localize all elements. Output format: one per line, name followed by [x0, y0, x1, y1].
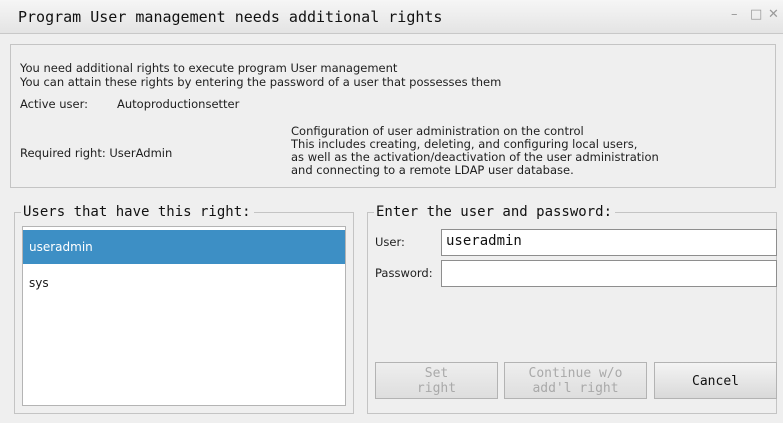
- list-item-sys[interactable]: sys: [23, 266, 345, 300]
- info-line-1: You need additional rights to execute pr…: [20, 61, 398, 75]
- active-user-value: Autoproductionsetter: [117, 97, 240, 111]
- required-right: Required right: UserAdmin: [20, 146, 173, 160]
- window-title: Program User management needs additional…: [18, 8, 443, 26]
- users-legend: Users that have this right:: [21, 203, 254, 221]
- continue-without-right-button[interactable]: Continue w/o add'l right: [504, 362, 647, 399]
- description-line-4: and connecting to a remote LDAP user dat…: [291, 163, 574, 177]
- login-legend: Enter the user and password:: [374, 203, 616, 221]
- list-item-useradmin[interactable]: useradmin: [23, 230, 345, 264]
- minimize-icon[interactable]: –: [731, 7, 738, 23]
- info-line-2: You can attain these rights by entering …: [20, 75, 502, 89]
- user-input[interactable]: useradmin: [441, 229, 777, 256]
- active-user-label: Active user:: [20, 97, 88, 111]
- continue-label-1: Continue w/o: [528, 366, 623, 381]
- password-input[interactable]: [441, 260, 777, 287]
- password-label: Password:: [375, 266, 433, 280]
- continue-label-2: add'l right: [532, 381, 619, 396]
- title-bar: Program User management needs additional…: [0, 0, 783, 34]
- set-right-label-1: Set: [424, 366, 449, 381]
- user-label: User:: [375, 235, 405, 249]
- users-list[interactable]: useradmin sys: [22, 226, 346, 406]
- maximize-icon[interactable]: □: [750, 7, 762, 23]
- close-icon[interactable]: ✕: [768, 7, 779, 23]
- set-right-label-2: right: [416, 381, 457, 396]
- cancel-button[interactable]: Cancel: [654, 362, 777, 399]
- set-right-button[interactable]: Set right: [375, 362, 498, 399]
